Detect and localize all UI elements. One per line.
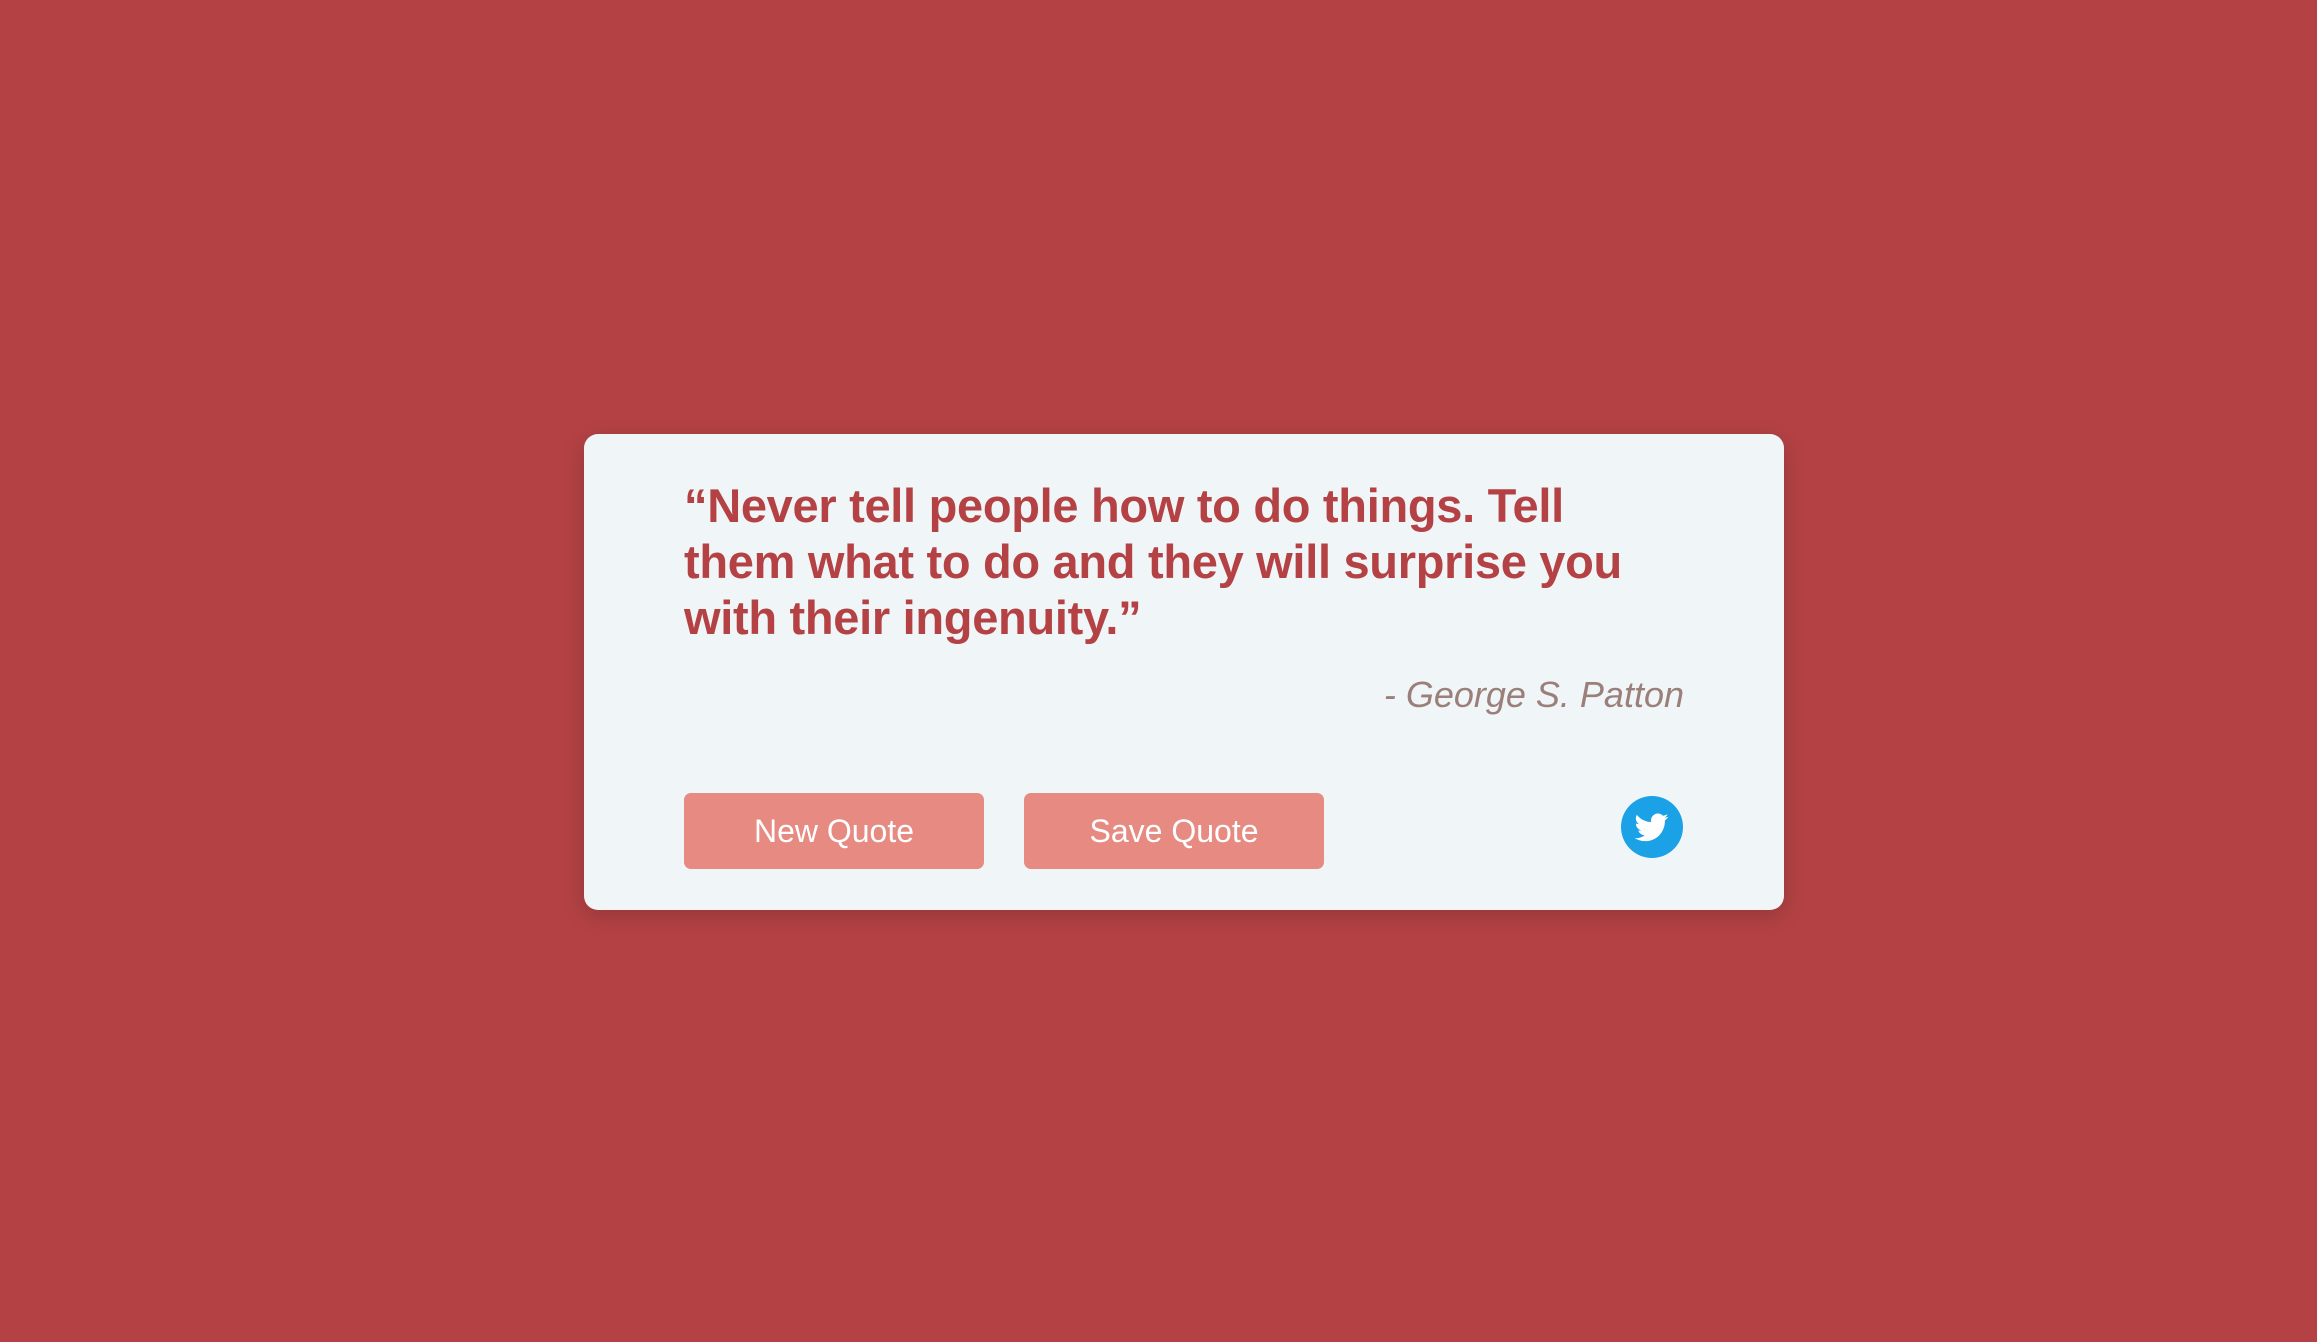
quote-text: “Never tell people how to do things. Tel… [684,479,1622,644]
quote-author: - George S. Patton [1383,674,1684,715]
save-quote-button[interactable]: Save Quote [1024,793,1324,869]
tweet-button[interactable] [1621,796,1683,858]
twitter-icon [1635,813,1669,842]
quote-card: “Never tell people how to do things. Tel… [584,434,1784,910]
new-quote-button[interactable]: New Quote [684,793,984,869]
